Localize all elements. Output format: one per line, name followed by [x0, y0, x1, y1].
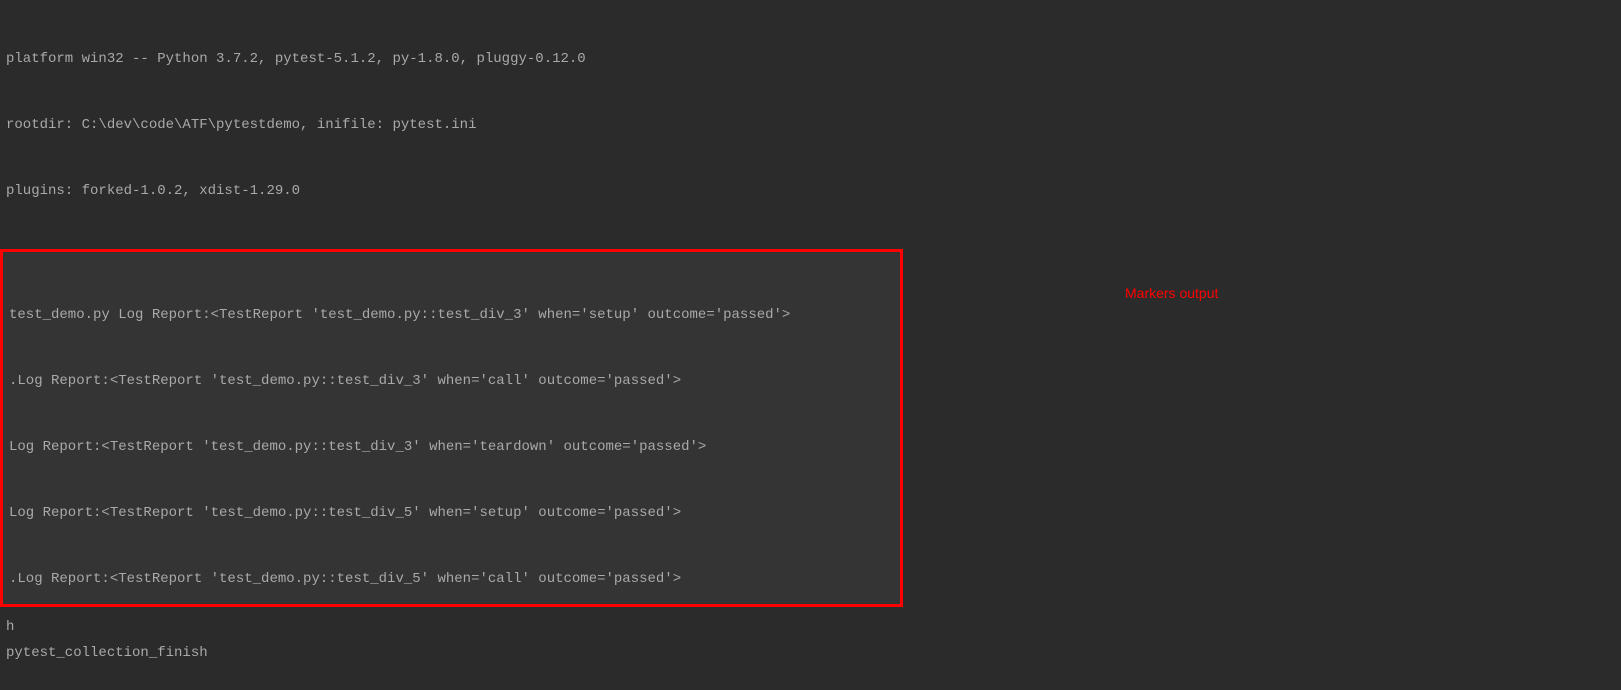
log-report-line: .Log Report:<TestReport 'test_demo.py::t…	[9, 370, 894, 392]
markers-output-box: test_demo.py Log Report:<TestReport 'tes…	[0, 249, 903, 607]
log-report-line: Log Report:<TestReport 'test_demo.py::te…	[9, 436, 894, 458]
tail-char: h	[6, 616, 14, 638]
plugins-line: plugins: forked-1.0.2, xdist-1.29.0	[6, 180, 1615, 202]
rootdir-line: rootdir: C:\dev\code\ATF\pytestdemo, ini…	[6, 114, 1615, 136]
platform-line: platform win32 -- Python 3.7.2, pytest-5…	[6, 48, 1615, 70]
log-report-line: test_demo.py Log Report:<TestReport 'tes…	[9, 304, 894, 326]
collection-finish: pytest_collection_finish	[6, 642, 1615, 664]
log-report-line: .Log Report:<TestReport 'test_demo.py::t…	[9, 568, 894, 590]
annotation-label: Markers output	[1125, 282, 1218, 304]
log-report-line: Log Report:<TestReport 'test_demo.py::te…	[9, 502, 894, 524]
